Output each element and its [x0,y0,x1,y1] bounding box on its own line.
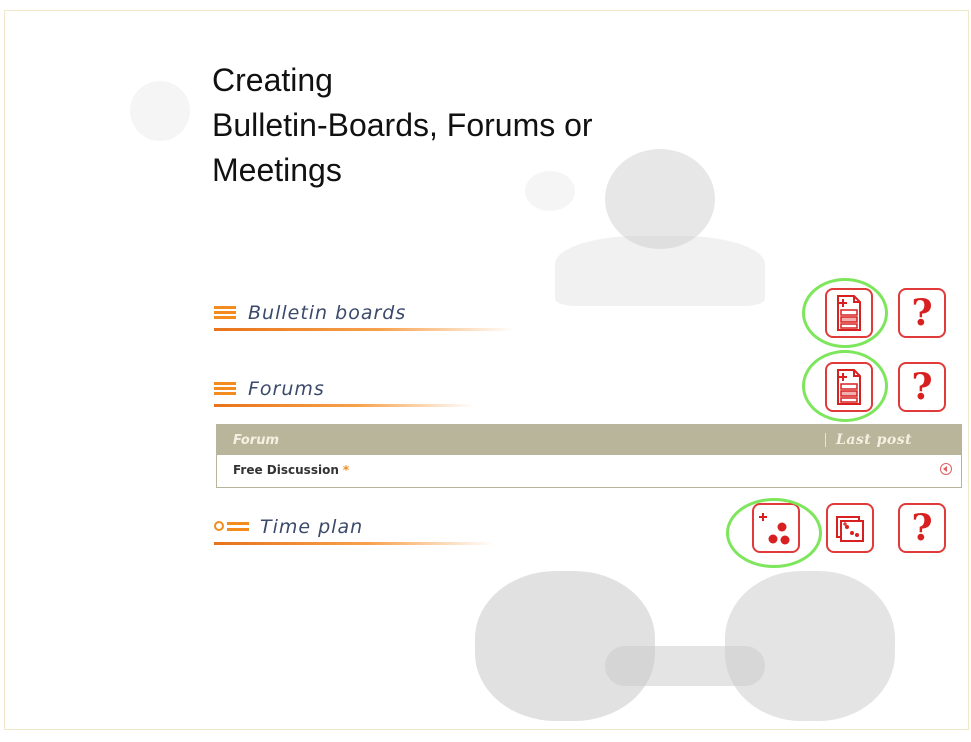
section-title-time-plan: Time plan [260,516,364,538]
bulletin-boards-help-button[interactable]: ? [898,288,946,338]
column-header-last-post: Last post [836,432,913,448]
time-plan-icon [214,520,250,534]
column-header-forum: Forum [233,432,280,448]
slide-title: Creating Bulletin-Boards, Forums or Meet… [212,62,593,188]
watermark-shoulders [555,236,765,306]
highlight-circle [802,350,888,422]
forum-table: Forum Last post Free Discussion * [216,424,962,488]
table-header: Forum Last post [217,425,961,455]
column-divider [825,433,826,447]
section-underline [214,404,474,407]
forums-help-button[interactable]: ? [898,362,946,412]
help-icon: ? [911,366,933,408]
list-icon [214,382,238,396]
table-row[interactable]: Free Discussion * [217,455,961,486]
section-time-plan: Time plan [214,514,494,545]
meeting-list-button[interactable] [826,503,874,553]
section-forums: Forums [214,376,474,407]
section-title-bulletin-boards: Bulletin boards [248,302,407,324]
forum-name-link[interactable]: Free Discussion * [233,463,349,477]
watermark-hands [605,646,765,686]
arrow-left-circle-icon[interactable] [940,463,952,475]
watermark-splash [130,81,190,141]
time-plan-help-button[interactable]: ? [898,503,946,553]
new-marker: * [342,463,350,477]
list-icon [214,306,238,320]
meeting-list-icon [836,516,864,542]
highlight-circle [802,278,888,348]
section-underline [214,328,514,331]
section-bulletin-boards: Bulletin boards [214,300,514,331]
help-icon: ? [911,292,933,334]
section-title-forums: Forums [248,378,325,400]
highlight-circle [726,498,822,568]
section-underline [214,542,494,545]
help-icon: ? [911,507,933,549]
